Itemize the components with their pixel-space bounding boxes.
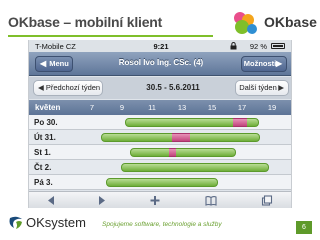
- chevron-left-icon: ◀: [38, 83, 44, 92]
- page-number: 6: [296, 221, 312, 234]
- nav-title: Rosol Ivo Ing. CSc. (4): [118, 58, 204, 67]
- month-label: květen: [35, 103, 61, 112]
- hour-label: 7: [89, 103, 95, 112]
- options-button-label: Možnosti: [243, 59, 277, 68]
- title-underline: [8, 35, 213, 37]
- bookmarks-icon[interactable]: [205, 195, 217, 206]
- previous-week-button[interactable]: ◀ Předchozí týden: [33, 80, 103, 96]
- battery-icon: [271, 43, 285, 49]
- work-interval-bar[interactable]: [105, 178, 218, 187]
- hour-header: květen 7 9 11 13 15 17 19: [29, 100, 291, 115]
- hour-label: 13: [177, 103, 187, 112]
- work-interval-bar[interactable]: [129, 148, 236, 157]
- week-bar: ◀ Předchozí týden 30.5 - 5.6.2011 Další …: [29, 77, 291, 99]
- previous-week-label: Předchozí týden: [45, 83, 101, 92]
- arrow-right-icon[interactable]: [96, 195, 108, 206]
- day-row[interactable]: Po 30.: [29, 115, 291, 130]
- week-range: 30.5 - 5.6.2011: [146, 83, 200, 92]
- day-label: Po 30.: [34, 118, 58, 127]
- menu-button-label: Menu: [49, 59, 69, 68]
- browser-toolbar: [29, 191, 291, 208]
- hour-label: 19: [267, 103, 277, 112]
- footer-brand: OKsystem: [26, 215, 86, 230]
- chevron-right-icon: ▶: [275, 59, 282, 68]
- slide-title: OKbase – mobilní klient: [8, 14, 163, 30]
- hour-label: 11: [148, 103, 156, 112]
- next-week-label: Další týden: [239, 83, 277, 92]
- hour-label: 9: [119, 103, 125, 112]
- attendance-grid: Po 30. Út 31. St 1. Čt 2. Pá 3.: [29, 115, 291, 191]
- work-interval-bar[interactable]: [120, 163, 269, 172]
- battery-percent: 92 %: [249, 41, 267, 51]
- status-bar: T-Mobile CZ 9:21 92 %: [29, 40, 291, 52]
- day-label: Čt 2.: [34, 163, 52, 172]
- day-row[interactable]: St 1.: [29, 145, 291, 160]
- logo-text: OKbase: [264, 14, 317, 30]
- absence-interval-bar[interactable]: [233, 118, 247, 127]
- arrow-left-icon[interactable]: [45, 195, 57, 206]
- pages-icon[interactable]: [261, 195, 273, 206]
- hour-label: 17: [237, 103, 247, 112]
- menu-button[interactable]: ◀ Menu: [35, 56, 73, 72]
- day-row[interactable]: Čt 2.: [29, 160, 291, 175]
- day-label: St 1.: [34, 148, 51, 157]
- absence-interval-bar[interactable]: [171, 133, 190, 142]
- day-label: Pá 3.: [34, 178, 53, 187]
- day-row[interactable]: Út 31.: [29, 130, 291, 145]
- chevron-right-icon: ▶: [278, 83, 284, 92]
- footer-tagline: Spojujeme software, technologie a služby: [102, 221, 222, 228]
- day-row[interactable]: Pá 3.: [29, 175, 291, 190]
- hour-label: 15: [207, 103, 217, 112]
- phone-screen: T-Mobile CZ 9:21 92 % ◀ Menu Rosol Ivo I…: [28, 40, 292, 208]
- chevron-left-icon: ◀: [40, 59, 47, 68]
- next-week-button[interactable]: Další týden ▶: [235, 80, 289, 96]
- oksystem-logo-icon: [9, 216, 22, 229]
- lock-icon: [230, 42, 237, 50]
- absence-interval-bar[interactable]: [168, 148, 176, 157]
- nav-bar: ◀ Menu Rosol Ivo Ing. CSc. (4) Možnosti …: [29, 52, 291, 76]
- options-button[interactable]: Možnosti ▶: [241, 56, 287, 72]
- add-icon[interactable]: [149, 195, 161, 206]
- day-label: Út 31.: [34, 133, 56, 142]
